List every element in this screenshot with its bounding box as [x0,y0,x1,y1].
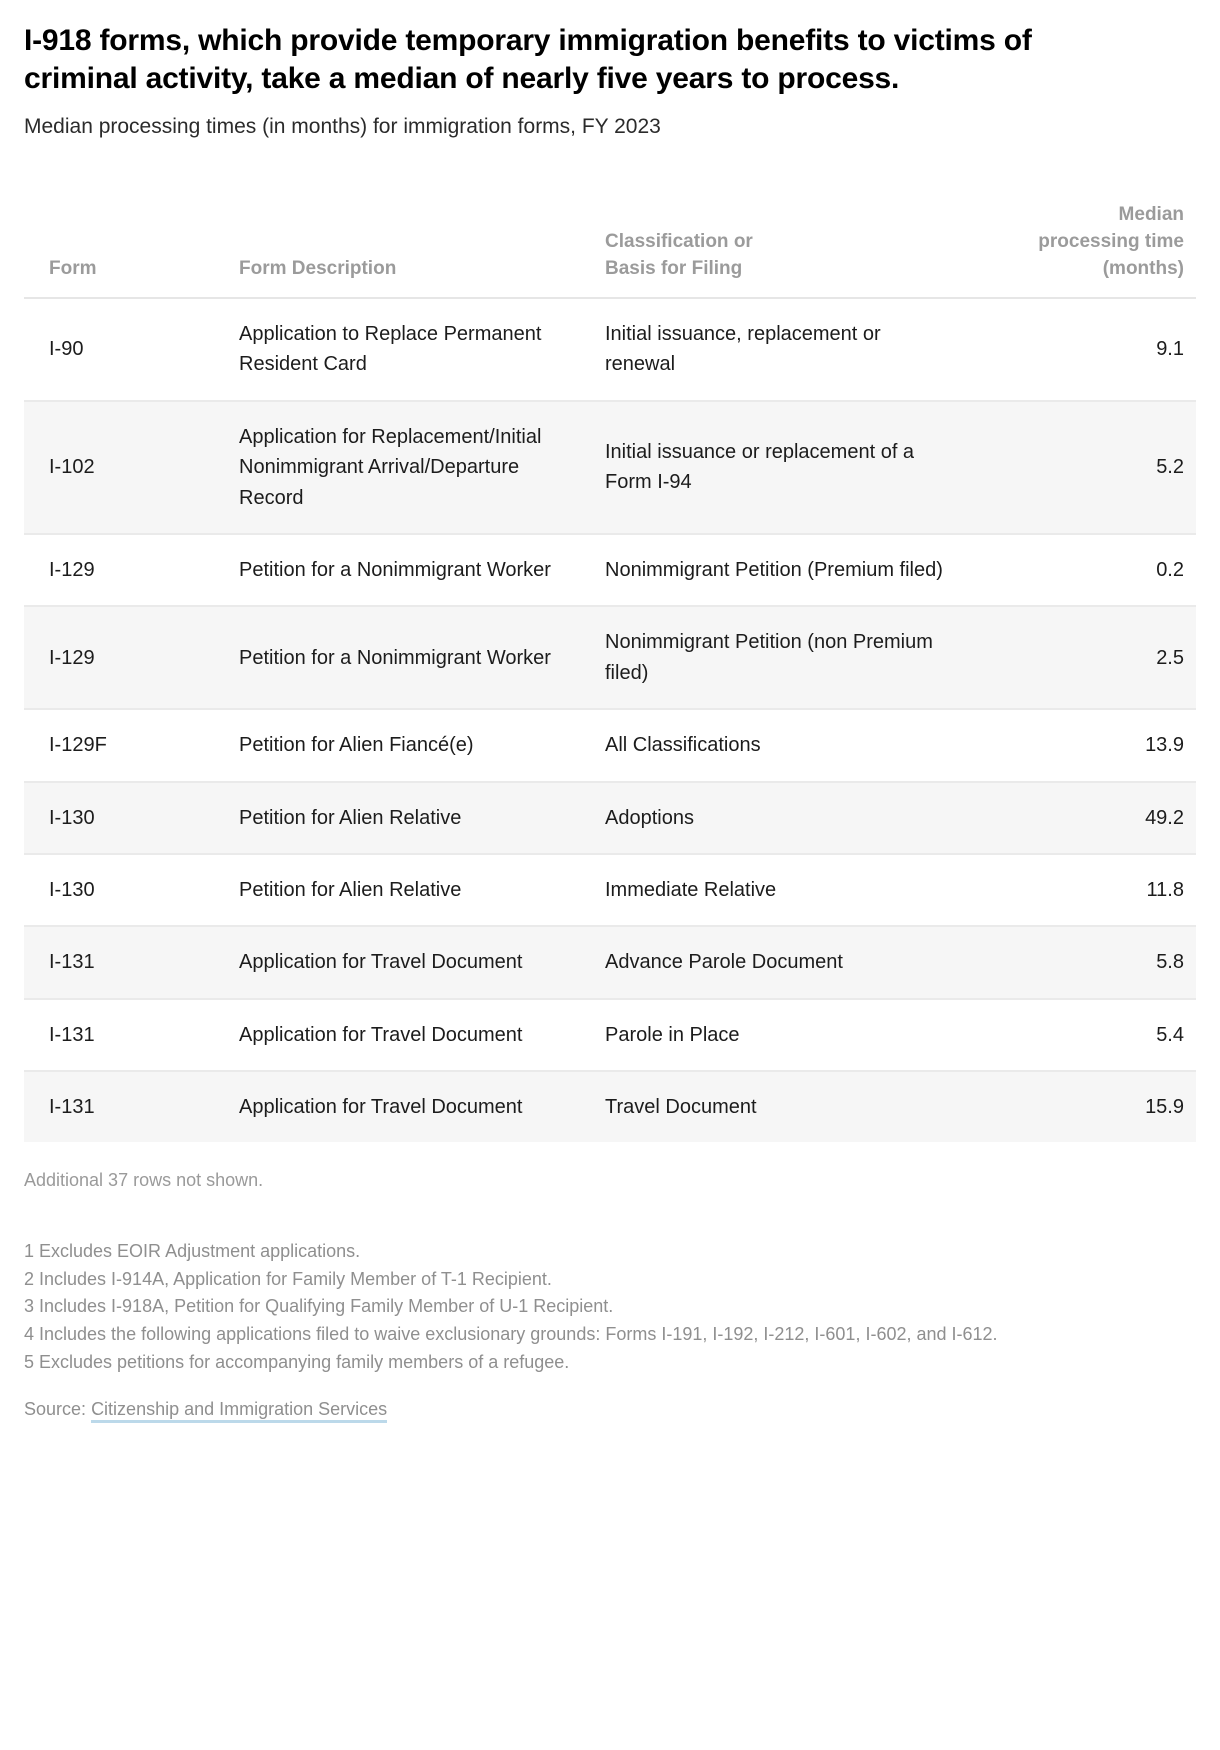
column-header-median-line1: Median [1118,204,1184,226]
footnote: 5 Excludes petitions for accompanying fa… [24,1352,570,1373]
table-row: I-129F Petition for Alien Fiancé(e) All Cl… [24,709,1196,783]
cell-description: Application for Replacement/Initial Noni… [234,400,599,535]
page-container: I-918 forms, which provide temporary imm… [0,0,1220,1424]
page-subtitle: Median processing times (in months) for … [24,114,661,138]
table-row: I-130 Petition for Alien Relative Adoption… [24,781,1196,855]
rows-not-shown-note: Additional 37 rows not shown. [24,1170,264,1191]
cell-classification: Initial issuance, replacement or renewal [599,297,979,402]
table-row: I-131 Application for Travel Document Paro… [24,998,1196,1073]
column-header-form[interactable]: Form [24,202,234,299]
cell-median: 2.5 [979,606,1196,711]
table-row: I-129 Petition for a Nonimmigrant Worker N… [24,533,1196,608]
cell-description: Application to Replace Permanent Residen… [234,297,599,402]
column-header-classification-line1: Classification or [605,231,753,253]
column-header-median-line2: processing time [1038,231,1184,253]
cell-form: I-129F [24,709,234,783]
source-line: Source: Citizenship and Immigration Serv… [24,1399,1196,1424]
cell-median: 49.2 [979,781,1196,855]
source-link[interactable]: Citizenship and Immigration Services [91,1399,388,1424]
cell-form: I-131 [24,926,234,1000]
cell-median: 5.2 [979,400,1196,535]
table-body: I-90 Application to Replace Permanent Res… [24,297,1196,1143]
column-header-description-label: Form Description [239,258,397,280]
cell-form: I-131 [24,1071,234,1143]
cell-median: 9.1 [979,297,1196,402]
footnote: 2 Includes I-914A, Application for Famil… [24,1268,552,1289]
cell-median: 0.2 [979,533,1196,608]
table-row: I-102 Application for Replacement/Initial… [24,400,1196,535]
table-row: I-130 Petition for Alien Relative Immediat… [24,853,1196,928]
cell-median: 5.8 [979,926,1196,1000]
cell-description: Petition for a Nonimmigrant Worker [234,533,599,608]
cell-classification: All Classifications [599,709,979,783]
cell-description: Petition for Alien Fiancé(e) [234,709,599,783]
table-row: I-131 Application for Travel Document Trav… [24,1071,1196,1143]
cell-classification: Parole in Place [599,998,979,1073]
cell-form: I-102 [24,400,234,535]
table-header-row: Form Form Description Classification or … [24,202,1196,299]
column-header-description[interactable]: Form Description [234,202,599,299]
column-header-median[interactable]: Median processing time (months) [979,202,1196,299]
cell-description: Application for Travel Document [234,1071,599,1143]
processing-times-table: Form Form Description Classification or … [24,202,1196,1143]
column-header-form-label: Form [49,258,97,280]
cell-classification: Adoptions [599,781,979,855]
column-header-classification[interactable]: Classification or Basis for Filing [599,202,979,299]
footnote: 4 Includes the following applications fi… [24,1324,998,1345]
cell-form: I-129 [24,533,234,608]
footnotes: 1 Excludes EOIR Adjustment applications.… [24,1238,1184,1377]
table-row: I-90 Application to Replace Permanent Res… [24,297,1196,402]
page-title: I-918 forms, which provide temporary imm… [24,24,1032,96]
cell-description: Petition for Alien Relative [234,853,599,928]
table-header: Form Form Description Classification or … [24,202,1196,299]
cell-form: I-129 [24,606,234,711]
footnote: 1 Excludes EOIR Adjustment applications. [24,1240,361,1261]
cell-median: 11.8 [979,853,1196,928]
cell-description: Application for Travel Document [234,926,599,1000]
column-header-median-line3: (months) [1102,258,1184,280]
cell-median: 5.4 [979,998,1196,1073]
cell-description: Petition for a Nonimmigrant Worker [234,606,599,711]
cell-form: I-130 [24,853,234,928]
column-header-classification-line2: Basis for Filing [605,258,743,280]
cell-description: Application for Travel Document [234,998,599,1073]
table-row: I-131 Application for Travel Document Adva… [24,926,1196,1000]
cell-form: I-131 [24,998,234,1073]
cell-classification: Travel Document [599,1071,979,1143]
cell-classification: Immediate Relative [599,853,979,928]
cell-classification: Nonimmigrant Petition (non Premium filed… [599,606,979,711]
cell-classification: Nonimmigrant Petition (Premium filed) [599,533,979,608]
cell-description: Petition for Alien Relative [234,781,599,855]
source-prefix: Source: [24,1399,87,1420]
footnote: 3 Includes I-918A, Petition for Qualifyi… [24,1296,614,1317]
cell-form: I-90 [24,297,234,402]
cell-median: 15.9 [979,1071,1196,1143]
table-row: I-129 Petition for a Nonimmigrant Worker N… [24,606,1196,711]
cell-classification: Initial issuance or replacement of a For… [599,400,979,535]
cell-median: 13.9 [979,709,1196,783]
cell-form: I-130 [24,781,234,855]
cell-classification: Advance Parole Document [599,926,979,1000]
